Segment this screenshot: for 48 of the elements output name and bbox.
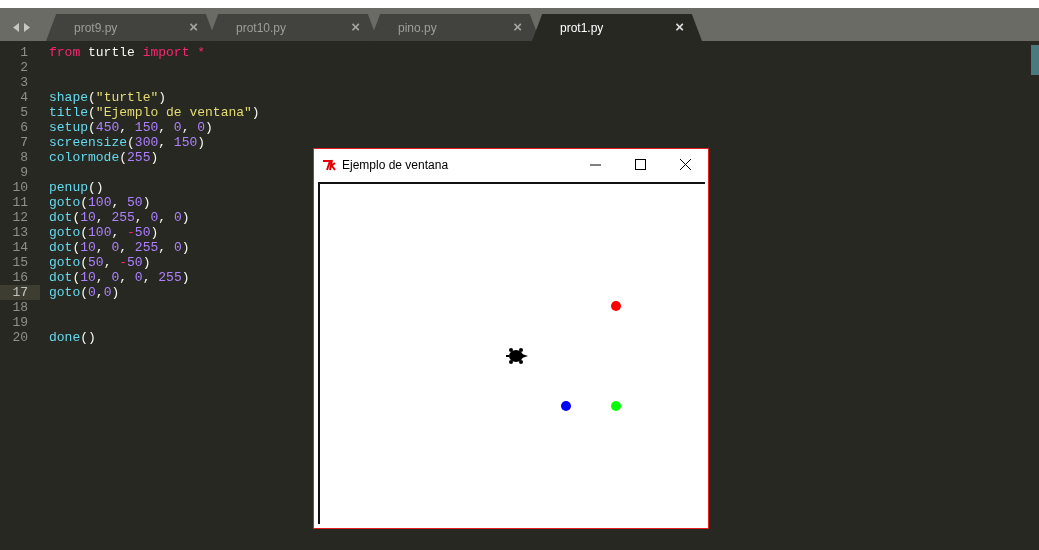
line-number: 8 — [19, 150, 29, 165]
code-line: dot(10, 0, 0, 255) — [48, 270, 191, 285]
tab-close-button[interactable]: × — [675, 16, 684, 39]
line-number: 5 — [19, 105, 29, 120]
tab-close-button[interactable]: × — [513, 16, 522, 39]
turtle-icon — [506, 347, 530, 365]
tab-close-button[interactable]: × — [189, 16, 198, 39]
line-number: 11 — [11, 195, 29, 210]
tk-logo-icon — [322, 158, 338, 171]
line-number: 20 — [11, 330, 29, 345]
line-number: 1 — [19, 45, 29, 60]
code-line: setup(450, 150, 0, 0) — [48, 120, 214, 135]
line-number: 7 — [19, 135, 29, 150]
line-number: 4 — [19, 90, 29, 105]
code-line: goto(100, -50) — [48, 225, 160, 240]
line-number: 12 — [11, 210, 29, 225]
tab-label: prot1.py — [560, 19, 604, 37]
line-number: 9 — [19, 165, 29, 180]
code-line: goto(100, 50) — [48, 195, 152, 210]
code-line: goto(0,0) — [48, 285, 121, 300]
file-tab[interactable]: prot1.py × — [532, 14, 702, 41]
code-line: penup() — [48, 180, 105, 195]
line-number: 14 — [11, 240, 29, 255]
code-line: from turtle import * — [48, 45, 207, 60]
line-number: 6 — [19, 120, 29, 135]
minimap[interactable] — [1031, 45, 1039, 75]
line-number: 17 — [0, 285, 40, 300]
code-line: title("Ejemplo de ventana") — [48, 105, 260, 120]
line-number: 15 — [11, 255, 29, 270]
code-line: dot(10, 0, 255, 0) — [48, 240, 191, 255]
window-title: Ejemplo de ventana — [342, 156, 450, 174]
code-line: done() — [48, 330, 97, 345]
line-number: 13 — [11, 225, 29, 240]
tab-label: prot10.py — [236, 19, 287, 37]
line-number: 19 — [11, 315, 29, 330]
code-line: goto(50, -50) — [48, 255, 152, 270]
tab-label: pino.py — [398, 19, 437, 37]
code-line: dot(10, 255, 0, 0) — [48, 210, 191, 225]
tab-label: prot9.py — [74, 19, 118, 37]
line-number: 10 — [11, 180, 29, 195]
code-line: shape("turtle") — [48, 90, 168, 105]
code-line: screensize(300, 150) — [48, 135, 207, 150]
line-number: 3 — [19, 75, 29, 90]
tab-close-button[interactable]: × — [351, 16, 360, 39]
line-number: 16 — [11, 270, 29, 285]
line-number: 18 — [11, 300, 29, 315]
code-line: colormode(255) — [48, 150, 160, 165]
line-number: 2 — [19, 60, 29, 75]
